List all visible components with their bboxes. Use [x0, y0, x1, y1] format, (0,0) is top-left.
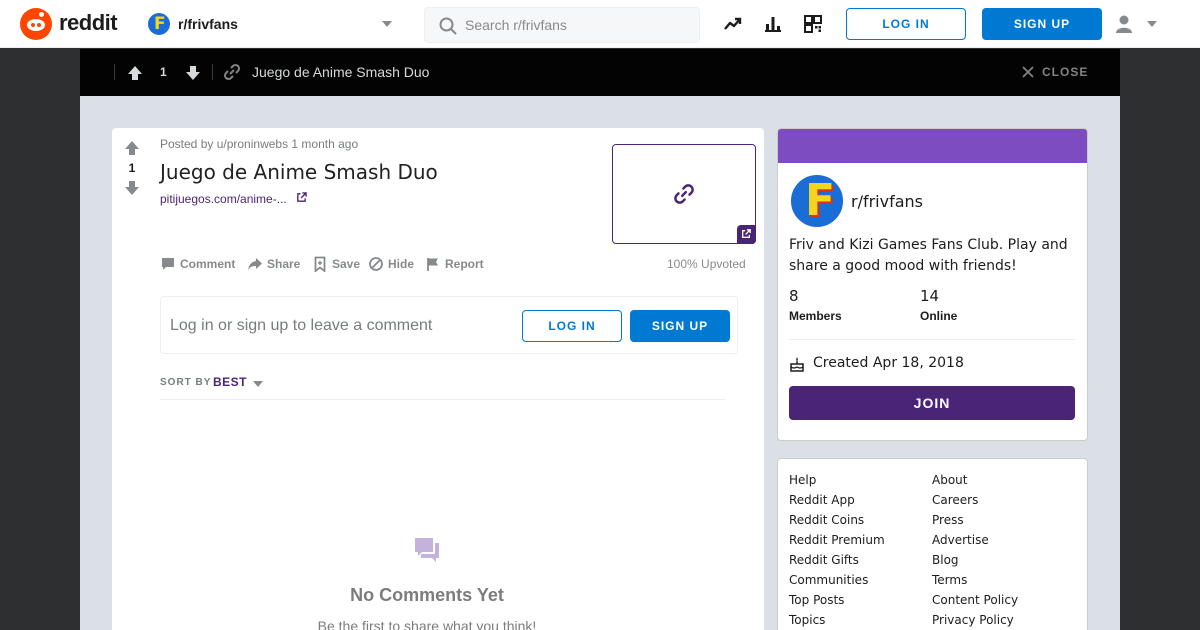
- footer-link[interactable]: Content Policy: [932, 590, 1018, 610]
- chevron-down-icon[interactable]: [382, 21, 392, 27]
- footer-link[interactable]: Reddit Premium: [789, 530, 885, 550]
- upvote-ratio: 100% Upvoted: [667, 257, 746, 271]
- link-icon: [674, 184, 694, 204]
- community-name[interactable]: r/frivfans: [851, 192, 923, 211]
- no-comments-title: No Comments Yet: [350, 585, 504, 605]
- footer-link[interactable]: Blog: [932, 550, 1018, 570]
- sort-by-label: SORT BY: [160, 377, 212, 388]
- downvote-icon[interactable]: [124, 180, 140, 196]
- footer-link[interactable]: Help: [789, 470, 885, 490]
- search-icon: [439, 17, 457, 35]
- post-card: 1 Posted by u/proninwebs 1 month ago Jue…: [112, 128, 764, 630]
- post-score: 1: [128, 161, 136, 175]
- footer-link[interactable]: Reddit Coins: [789, 510, 885, 530]
- comment-login-button[interactable]: LOG IN: [522, 310, 622, 342]
- online-label: Online: [920, 309, 958, 323]
- join-button[interactable]: JOIN: [789, 386, 1075, 420]
- members-count: 8: [789, 287, 799, 305]
- community-banner: [778, 129, 1087, 163]
- sort-chevron-down-icon[interactable]: [253, 381, 263, 387]
- hide-icon: [369, 257, 383, 271]
- footer-link[interactable]: Terms: [932, 570, 1018, 590]
- footer-links-col-2: About Careers Press Advertise Blog Terms…: [932, 470, 1018, 630]
- footer-link[interactable]: Advertise: [932, 530, 1018, 550]
- reddit-logo-icon[interactable]: [20, 8, 52, 40]
- footer-link[interactable]: Careers: [932, 490, 1018, 510]
- footer-link[interactable]: Communities: [789, 570, 885, 590]
- post-meta: Posted by u/proninwebs 1 month ago: [160, 137, 359, 151]
- post-external-link[interactable]: pitijuegos.com/anime-...: [160, 192, 287, 206]
- comments-icon: [415, 538, 439, 562]
- divider: [789, 339, 1075, 340]
- community-avatar[interactable]: F: [789, 173, 845, 229]
- popular-icon[interactable]: [723, 14, 743, 34]
- flag-icon: [427, 258, 438, 271]
- post-overlay: 1 Juego de Anime Smash Duo CLOSE 1 Poste…: [80, 49, 1120, 630]
- search-bar[interactable]: [424, 7, 700, 43]
- external-link-icon[interactable]: [296, 192, 307, 203]
- cake-icon: [790, 357, 804, 372]
- top-header: reddit F r/frivfans LOG IN SIGN UP: [0, 0, 1200, 48]
- topbar-downvote-icon[interactable]: [185, 65, 201, 81]
- all-icon[interactable]: [763, 14, 783, 34]
- upvote-icon[interactable]: [124, 140, 140, 156]
- user-icon[interactable]: [1114, 14, 1134, 34]
- subreddit-icon[interactable]: F: [148, 13, 170, 35]
- link-thumbnail[interactable]: [612, 144, 756, 244]
- share-icon: [248, 258, 262, 270]
- created-date: Created Apr 18, 2018: [813, 355, 964, 371]
- header-signup-button[interactable]: SIGN UP: [982, 8, 1102, 40]
- members-label: Members: [789, 309, 842, 323]
- post-title: Juego de Anime Smash Duo: [160, 160, 438, 184]
- footer-link[interactable]: Privacy Policy: [932, 610, 1018, 630]
- topbar-link-icon: [223, 63, 241, 81]
- footer-link[interactable]: Top Posts: [789, 590, 885, 610]
- footer-link[interactable]: Reddit Gifts: [789, 550, 885, 570]
- external-link-icon: [742, 229, 751, 238]
- comment-signup-button[interactable]: SIGN UP: [630, 310, 730, 342]
- footer-links-card: Help Reddit App Reddit Coins Reddit Prem…: [777, 458, 1088, 630]
- comment-login-prompt: Log in or sign up to leave a comment LOG…: [160, 296, 738, 354]
- qr-code-icon[interactable]: [803, 14, 823, 34]
- user-menu-chevron-down-icon[interactable]: [1147, 21, 1157, 27]
- topbar-upvote-icon[interactable]: [127, 65, 143, 81]
- reddit-wordmark[interactable]: reddit: [59, 10, 118, 36]
- topbar-post-title: Juego de Anime Smash Duo: [252, 64, 430, 80]
- header-login-button[interactable]: LOG IN: [846, 8, 966, 40]
- bookmark-icon: [314, 256, 326, 272]
- post-topbar: 1 Juego de Anime Smash Duo CLOSE: [80, 49, 1120, 96]
- thumbnail-external-badge: [737, 225, 756, 244]
- comment-icon: [162, 258, 174, 270]
- footer-link[interactable]: Reddit App: [789, 490, 885, 510]
- close-icon[interactable]: [1022, 66, 1034, 78]
- topbar-score: 1: [160, 65, 167, 79]
- divider: [160, 399, 725, 400]
- no-comments-subtitle: Be the first to share what you think!: [317, 618, 537, 630]
- search-input[interactable]: [465, 16, 685, 34]
- community-description: Friv and Kizi Games Fans Club. Play and …: [789, 237, 1068, 274]
- footer-link[interactable]: About: [932, 470, 1018, 490]
- login-prompt-text: Log in or sign up to leave a comment: [170, 317, 433, 334]
- community-card: F r/frivfans Friv and Kizi Games Fans Cl…: [777, 128, 1088, 441]
- subreddit-switcher-label[interactable]: r/frivfans: [178, 16, 238, 32]
- footer-links-col-1: Help Reddit App Reddit Coins Reddit Prem…: [789, 470, 885, 630]
- footer-link[interactable]: Topics: [789, 610, 885, 630]
- footer-link[interactable]: Press: [932, 510, 1018, 530]
- close-button[interactable]: CLOSE: [1042, 65, 1088, 79]
- sort-dropdown[interactable]: BEST: [213, 375, 247, 389]
- online-count: 14: [920, 287, 940, 305]
